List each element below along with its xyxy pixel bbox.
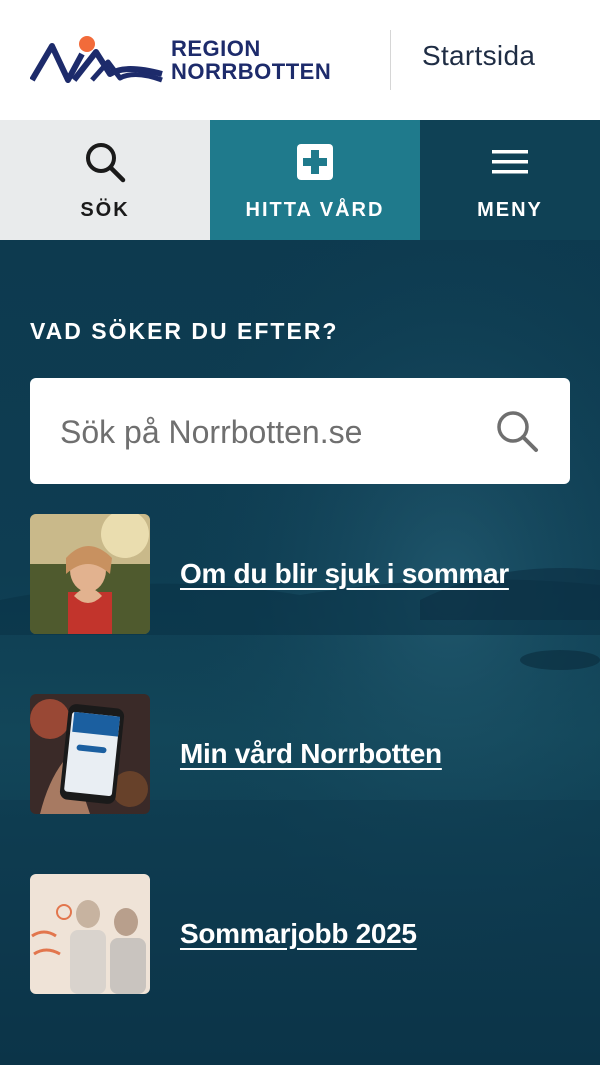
link-label: Sommarjobb 2025 [180,918,417,949]
search-input[interactable] [58,406,482,458]
logo-mark-icon [29,36,163,83]
nav-meny-label: MENY [477,198,543,221]
link-label: Min vård Norrbotten [180,738,442,769]
search-icon [497,411,538,452]
region-norrbotten-logo[interactable]: REGION NORRBOTTEN [29,34,335,86]
search-heading: VAD SÖKER DU EFTER? [30,318,339,344]
search-submit-button[interactable] [492,406,542,456]
site-header: REGION NORRBOTTEN Startsida [0,0,600,120]
hamburger-menu-icon [492,139,528,185]
startsida-link[interactable]: Startsida [422,40,535,72]
nav-sok-label: SÖK [80,198,130,221]
link-item-sjuk-i-sommar[interactable]: Om du blir sjuk i sommar [30,514,570,634]
header-divider [390,30,391,90]
hero-section: VAD SÖKER DU EFTER? Om du blir sjuk i so… [0,240,600,1065]
nav-hitta-vard-label: HITTA VÅRD [245,198,385,221]
phone-app-thumbnail [30,694,150,814]
search-icon [83,139,127,185]
link-item-min-vard[interactable]: Min vård Norrbotten [30,694,570,814]
nav-hitta-vard-button[interactable]: HITTA VÅRD [210,120,420,240]
medical-cross-icon [297,139,333,185]
sommarjobb-thumbnail [30,874,150,994]
search-box [30,378,570,484]
link-label: Om du blir sjuk i sommar [180,558,509,589]
link-item-sommarjobb[interactable]: Sommarjobb 2025 [30,874,570,994]
nav-meny-button[interactable]: MENY [420,120,600,240]
logo-wordmark: REGION NORRBOTTEN [171,37,331,83]
main-navigation: SÖK HITTA VÅRD MENY [0,120,600,240]
logo-line-region: REGION [171,36,261,61]
logo-line-norrbotten: NORRBOTTEN [171,59,332,84]
girl-heart-hands-thumbnail [30,514,150,634]
nav-sok-button[interactable]: SÖK [0,120,210,240]
